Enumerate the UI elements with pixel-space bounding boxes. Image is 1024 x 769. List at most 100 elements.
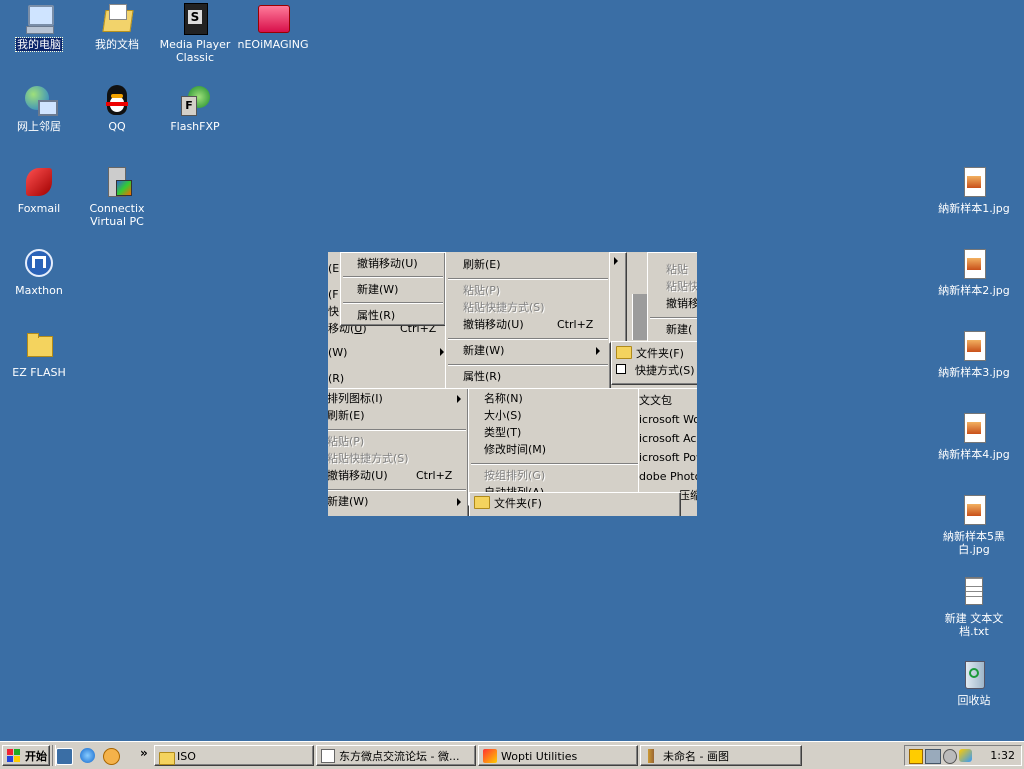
quicklaunch-ie-icon[interactable]: [80, 748, 95, 763]
penguin-icon: [100, 84, 134, 118]
menu-item-folder[interactable]: 文件夹(F): [474, 495, 542, 512]
tray-volume-icon[interactable]: [943, 749, 957, 764]
taskbar-button-paint[interactable]: 未命名 - 画图: [640, 745, 802, 766]
desktop-icon-my-computer[interactable]: 我的电脑: [0, 2, 78, 52]
desktop-icon-label: QQ: [108, 120, 126, 133]
taskbar-button-iso[interactable]: ISO: [154, 745, 314, 766]
desktop-icon-media-player-classic[interactable]: S Media Player Classic: [156, 2, 234, 64]
menu-item-new[interactable]: 新建(W): [328, 493, 368, 510]
new-submenu: 文件夹(F) 快捷方式(S): [611, 341, 697, 385]
desktop-icon-label: 新建 文本文档.txt: [944, 612, 1004, 638]
folder-icon: [22, 330, 56, 364]
context-menu-small: 撤销移动(U) 新建(W) 属性(R): [340, 252, 446, 326]
menu-fragment-zip: 压缩: [679, 489, 697, 502]
menu-item-refresh[interactable]: 刷新(E): [463, 256, 501, 273]
image-file-icon: [957, 166, 991, 200]
taskbar-button-label: ISO: [177, 750, 196, 763]
desktop-icon-label: 納新样本2.jpg: [938, 284, 1010, 297]
browser-page-icon: [321, 749, 335, 763]
desktop-icon-label: 納新样本3.jpg: [938, 366, 1010, 379]
desktop-icon-sample-4[interactable]: 納新样本4.jpg: [935, 412, 1013, 461]
menu-item-group-by: 按组排列(G): [484, 469, 546, 482]
flashfxp-icon: F: [178, 84, 212, 118]
desktop-icon-maxthon[interactable]: Maxthon: [0, 248, 78, 297]
menu-separator: [471, 463, 642, 465]
desktop-icon-foxmail[interactable]: Foxmail: [0, 166, 78, 215]
menu-item-sort-name[interactable]: 名称(N): [484, 390, 523, 407]
tray-clock[interactable]: 1:32: [990, 749, 1015, 763]
desktop-icon-sample-2[interactable]: 納新样本2.jpg: [935, 248, 1013, 297]
menu-item-new[interactable]: 新建(W): [357, 281, 398, 298]
image-file-icon: [957, 248, 991, 282]
menu-item-undo-move[interactable]: 撤销移动(U): [357, 255, 418, 272]
desktop-icon-label: nEOiMAGING: [237, 38, 309, 51]
desktop-icon-sample-5[interactable]: 納新样本5黑白.jpg: [935, 494, 1013, 556]
menu-fragment-access: icrosoft Acc: [639, 432, 697, 445]
desktop-icon-label: 网上邻居: [17, 120, 61, 133]
neoimaging-icon: [256, 2, 290, 36]
menu-item-sort-size[interactable]: 大小(S): [484, 407, 522, 424]
scrollbar-artifact: [632, 294, 647, 340]
image-file-icon: [957, 494, 991, 528]
desktop-icon-ez-flash[interactable]: EZ FLASH: [0, 330, 78, 379]
tray-utility-icon[interactable]: [959, 749, 972, 762]
menu-item-paste: 粘贴(P): [463, 284, 501, 297]
menu-item-sort-modified[interactable]: 修改时间(M): [484, 441, 546, 458]
desktop-icon-flashfxp[interactable]: F FlashFXP: [156, 84, 234, 133]
tray-network-icon[interactable]: [925, 749, 941, 764]
menu-item-undo-move[interactable]: 撤销移动(U): [463, 316, 524, 333]
menu-separator: [448, 338, 608, 340]
desktop-icon-connectix-virtual-pc[interactable]: Connectix Virtual PC: [78, 166, 156, 228]
submenu-arrow-icon: [596, 347, 600, 355]
desktop-icon-label: 納新样本1.jpg: [938, 202, 1010, 215]
folder-icon: [159, 749, 175, 765]
taskbar-button-label: 未命名 - 画图: [663, 750, 729, 763]
menu-item-folder[interactable]: 文件夹(F): [616, 345, 684, 362]
desktop-icon-my-documents[interactable]: 我的文档: [78, 2, 156, 51]
menu-item-properties[interactable]: 属性(R): [463, 368, 501, 385]
desktop-icon-sample-3[interactable]: 納新样本3.jpg: [935, 330, 1013, 379]
quicklaunch-qq-icon[interactable]: [103, 748, 120, 765]
shortcut-ctrl-z: Ctrl+Z: [416, 469, 453, 482]
menu-fragment-photoshop: dobe Photo: [639, 470, 697, 483]
desktop-icon-label: 我的文档: [95, 38, 139, 51]
desktop-icon-recycle-bin[interactable]: 回收站: [935, 658, 1013, 707]
menu-item-shortcut[interactable]: 快捷方式(S): [616, 362, 695, 379]
desktop-icon-neoimaging[interactable]: nEOiMAGING: [234, 2, 312, 51]
my-computer-icon: [22, 2, 56, 36]
submenu-arrow-icon: [440, 348, 444, 356]
recycle-bin-icon: [957, 658, 991, 692]
menu-fragment-paste: 粘贴: [666, 263, 688, 276]
desktop-icon-qq[interactable]: QQ: [78, 84, 156, 133]
menu-item-arrange-icons[interactable]: 排列图标(I): [328, 390, 383, 407]
menu-item-undo-move[interactable]: 撤销移动(U): [328, 467, 388, 484]
globe-network-icon: [22, 84, 58, 118]
desktop-icon-label: Connectix Virtual PC: [89, 202, 145, 228]
taskbar-button-wopti[interactable]: Wopti Utilities: [478, 745, 638, 766]
folder-icon: [616, 346, 632, 359]
context-menu-far-right: 粘贴 粘贴快 撤销移 新建(: [647, 252, 697, 344]
menu-separator: [343, 276, 443, 278]
tray-lock-icon[interactable]: [909, 749, 923, 764]
quicklaunch-desktop-icon[interactable]: [56, 748, 73, 765]
desktop-icon-sample-1[interactable]: 納新样本1.jpg: [935, 166, 1013, 215]
virtual-pc-icon: [100, 166, 134, 200]
quicklaunch-chevron[interactable]: »: [140, 746, 148, 760]
menu-item-sort-type[interactable]: 类型(T): [484, 424, 521, 441]
menu-item-properties[interactable]: 属性(R): [357, 307, 395, 324]
desktop-icon-new-text-doc[interactable]: 新建 文本文档.txt: [935, 576, 1013, 638]
maxthon-icon: [22, 248, 56, 282]
menu-item-new[interactable]: 新建(W): [463, 342, 504, 359]
menu-fragment-powerpoint: icrosoft Pow: [639, 451, 697, 464]
submenu-arrow-icon: [457, 395, 461, 403]
desktop-icon-network-places[interactable]: 网上邻居: [0, 84, 78, 133]
image-file-icon: [957, 412, 991, 446]
menu-item-refresh[interactable]: 刷新(E): [328, 407, 365, 424]
menu-fragment-e: (E: [328, 262, 340, 275]
menu-item-paste-shortcut: 粘贴快捷方式(S): [463, 301, 545, 314]
start-button[interactable]: 开始: [2, 745, 50, 766]
folder-label: 文件夹(F): [636, 347, 684, 360]
menu-separator: [328, 429, 466, 431]
system-tray: 1:32: [904, 745, 1022, 766]
taskbar-button-forum[interactable]: 东方微点交流论坛 - 微...: [316, 745, 476, 766]
